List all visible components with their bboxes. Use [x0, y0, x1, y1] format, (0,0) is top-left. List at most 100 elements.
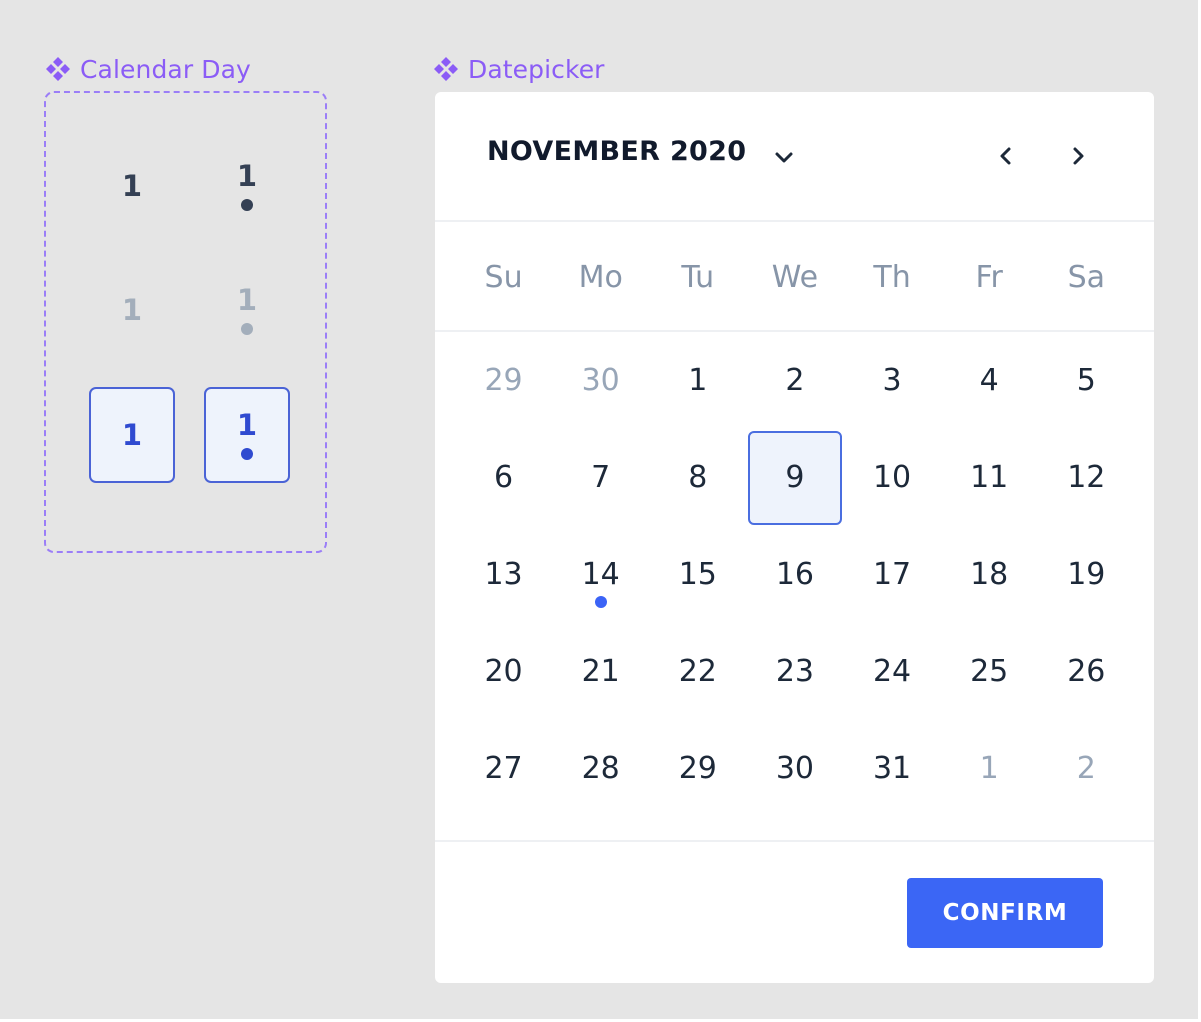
month-dropdown-button[interactable] — [764, 137, 804, 177]
day-cell[interactable]: 1 — [649, 332, 746, 429]
weekday-label: Th — [873, 259, 911, 295]
day-cell-inner: 26 — [1039, 625, 1133, 719]
weekday-label: Sa — [1067, 259, 1106, 295]
divider — [435, 840, 1154, 842]
weekday-label: Fr — [975, 259, 1003, 295]
day-cell-inner: 11 — [942, 431, 1036, 525]
day-cell[interactable]: 29 — [649, 720, 746, 817]
day-cell[interactable]: 25 — [941, 623, 1038, 720]
day-number: 21 — [581, 654, 620, 689]
month-title[interactable]: NOVEMBER 2020 — [487, 136, 746, 167]
day-number: 17 — [872, 557, 912, 592]
datepicker-component-label: Datepicker — [432, 53, 605, 85]
day-cell-inner: 25 — [942, 625, 1036, 719]
day-cell[interactable]: 2 — [746, 332, 843, 429]
day-cell[interactable]: 22 — [649, 623, 746, 720]
day-cell[interactable]: 21 — [552, 623, 649, 720]
day-cell-inner: 1 — [651, 334, 745, 428]
day-cell-outside-month[interactable]: 1 — [941, 720, 1038, 817]
day-cell[interactable]: 30 — [746, 720, 843, 817]
calendar-day-selected-event[interactable]: 1 — [204, 387, 290, 483]
day-cell[interactable]: 20 — [455, 623, 552, 720]
day-cell[interactable]: 31 — [844, 720, 941, 817]
event-dot — [241, 198, 253, 211]
confirm-button[interactable]: CONFIRM — [907, 878, 1103, 948]
weekday-label: We — [771, 259, 819, 295]
day-cell[interactable]: 7 — [552, 429, 649, 526]
day-cell-inner: 27 — [457, 722, 551, 816]
calendar-day-default[interactable]: 1 — [89, 138, 175, 234]
weekday-label: Tu — [681, 259, 715, 295]
weekday-label: Su — [484, 259, 523, 295]
day-cell[interactable]: 18 — [941, 526, 1038, 623]
previous-month-button[interactable] — [986, 136, 1026, 176]
day-cell-inner: 20 — [457, 625, 551, 719]
day-number: 31 — [872, 751, 912, 786]
day-cell[interactable]: 6 — [455, 429, 552, 526]
day-cell[interactable]: 4 — [941, 332, 1038, 429]
day-number: 19 — [1067, 557, 1106, 592]
day-cell-selected[interactable]: 9 — [746, 429, 843, 526]
day-cell-inner: 31 — [845, 722, 939, 816]
datepicker-header: NOVEMBER 2020 — [435, 92, 1154, 222]
day-cell-inner: 10 — [845, 431, 939, 525]
day-cell[interactable]: 10 — [844, 429, 941, 526]
day-cell-inner: 4 — [942, 334, 1036, 428]
day-number: 10 — [872, 460, 912, 495]
weekday-header-row: Su Mo Tu We Th Fr Sa — [455, 222, 1135, 332]
day-cell[interactable]: 15 — [649, 526, 746, 623]
day-cell-inner: 21 — [554, 625, 648, 719]
day-cell[interactable]: 5 — [1038, 332, 1135, 429]
day-cell-inner: 28 — [554, 722, 648, 816]
day-number: 4 — [979, 363, 999, 398]
day-number: 30 — [775, 751, 815, 786]
day-cell-inner: 19 — [1039, 528, 1133, 622]
day-number: 28 — [581, 751, 620, 786]
day-cell[interactable]: 8 — [649, 429, 746, 526]
day-cell[interactable]: 19 — [1038, 526, 1135, 623]
day-cell-inner: 17 — [845, 528, 939, 622]
day-cell[interactable]: 23 — [746, 623, 843, 720]
day-number: 2 — [1076, 751, 1096, 786]
day-number: 16 — [775, 557, 815, 592]
calendar-day-outside-month-event[interactable]: 1 — [204, 262, 290, 358]
chevron-down-icon — [775, 152, 793, 163]
day-cell-outside-month[interactable]: 2 — [1038, 720, 1135, 817]
day-cell-inner: 7 — [554, 431, 648, 525]
day-cell-inner: 18 — [942, 528, 1036, 622]
next-month-button[interactable] — [1058, 136, 1098, 176]
calendar-day-outside-month[interactable]: 1 — [89, 262, 175, 358]
day-cell-outside-month[interactable]: 29 — [455, 332, 552, 429]
calendar-day-variants: 1 1 1 1 1 1 — [44, 91, 327, 553]
day-cell-inner: 1 — [942, 722, 1036, 816]
day-cell[interactable]: 13 — [455, 526, 552, 623]
day-cell[interactable]: 27 — [455, 720, 552, 817]
day-cell-inner: 15 — [651, 528, 745, 622]
day-cell[interactable]: 16 — [746, 526, 843, 623]
day-number: 15 — [678, 557, 717, 592]
event-dot — [594, 596, 607, 608]
day-cell-inner: 2 — [1039, 722, 1133, 816]
day-cell[interactable]: 14 — [552, 526, 649, 623]
calendar-day-default-event[interactable]: 1 — [204, 138, 290, 234]
day-cell[interactable]: 24 — [844, 623, 941, 720]
day-number: 29 — [484, 363, 523, 398]
day-number: 3 — [882, 363, 902, 398]
day-number: 1 — [688, 363, 708, 398]
day-cell[interactable]: 3 — [844, 332, 941, 429]
day-cell[interactable]: 26 — [1038, 623, 1135, 720]
datepicker-label-text: Datepicker — [468, 54, 605, 84]
day-number: 1 — [979, 751, 999, 786]
day-number: 12 — [1067, 460, 1106, 495]
calendar-day-selected[interactable]: 1 — [89, 387, 175, 483]
day-cell[interactable]: 28 — [552, 720, 649, 817]
day-cell-outside-month[interactable]: 30 — [552, 332, 649, 429]
day-cell-inner: 12 — [1039, 431, 1133, 525]
day-cell[interactable]: 11 — [941, 429, 1038, 526]
calendar-day-label-text: Calendar Day — [80, 54, 251, 84]
day-cell[interactable]: 17 — [844, 526, 941, 623]
day-number: 1 — [236, 407, 258, 442]
chevron-left-icon — [1000, 147, 1011, 165]
day-number: 27 — [484, 751, 523, 786]
day-cell[interactable]: 12 — [1038, 429, 1135, 526]
